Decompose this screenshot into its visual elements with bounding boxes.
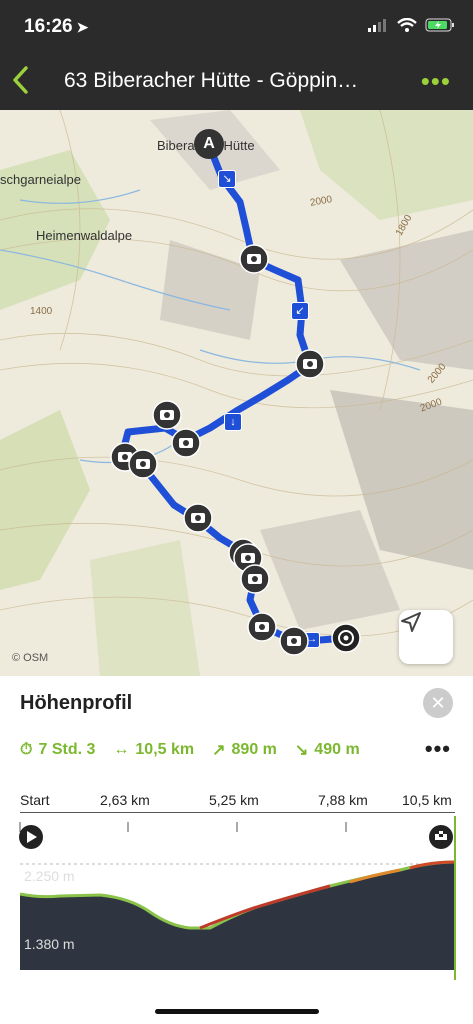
chevron-left-icon[interactable] [10,64,42,100]
more-icon[interactable]: ••• [421,66,451,97]
distance-stat: ↔ 10,5 km [113,741,195,758]
camera-icon [152,400,182,430]
more-icon[interactable]: ••• [425,736,451,762]
axis-tick-label: 2,63 km [100,792,150,808]
camera-icon [279,626,309,656]
camera-icon [247,612,277,642]
axis-tick-label: Start [20,792,50,808]
axis-line [20,812,455,813]
contour-label: 1400 [30,306,53,317]
descent-stat: ↘ 490 m [294,741,360,759]
target-icon [331,623,361,653]
finish-flag-icon [429,825,453,849]
place-label: Heimenwaldalpe [36,228,133,243]
locate-button[interactable] [399,610,453,664]
stats-row: ⏱ 7 Std. 3 ↔ 10,5 km ↗ 890 m ↘ 490 m [20,740,360,760]
panel-title: Höhenprofil [20,692,133,714]
camera-icon [183,503,213,533]
ascent-icon: ↗ [212,742,226,759]
nav-bar: 63 Biberacher Hütte - Göppin… ••• [0,56,473,110]
map-view[interactable]: Biberacher Hütte schgarneialpe Heimenwal… [0,110,473,676]
location-arrow-icon: ➤ [76,19,89,35]
distance-axis: Start 2,63 km 5,25 km 7,88 km 10,5 km [20,792,455,812]
page-title: 63 Biberacher Hütte - Göppin… [64,69,359,92]
elevation-panel: Höhenprofil ✕ ⏱ 7 Std. 3 ↔ 10,5 km ↗ 890 m … [0,676,473,1024]
camera-icon [240,564,270,594]
axis-tick-label: 7,88 km [318,792,368,808]
elevation-chart[interactable] [0,816,473,986]
battery-icon [425,18,454,32]
elevation-bottom-label: 1.380 m [24,936,75,952]
direction-arrow-icon: ↓ [224,413,242,431]
wifi-icon [397,18,417,32]
map-attribution: © OSM [12,652,49,664]
direction-arrow-icon: ↙ [291,302,309,320]
direction-arrow-icon: ↘ [218,170,236,188]
status-icons [367,18,455,32]
play-icon[interactable] [19,825,43,849]
place-label: schgarneialpe [0,172,81,187]
axis-tick-label: 5,25 km [209,792,259,808]
map-canvas[interactable] [0,110,473,676]
stopwatch-icon: ⏱ [20,741,33,758]
camera-icon [171,428,201,458]
camera-icon [295,349,325,379]
start-marker[interactable]: A [194,129,224,159]
elevation-top-label: 2.250 m [24,868,75,884]
axis-tick-label: 10,5 km [402,792,452,808]
descent-icon: ↘ [294,742,309,759]
signal-icon [368,19,386,32]
navigation-arrow-icon [401,612,421,632]
duration-stat: ⏱ 7 Std. 3 [20,741,96,758]
distance-icon: ↔ [113,741,130,758]
status-bar: 16:26 ➤ [0,0,473,56]
camera-icon [239,244,269,274]
close-icon[interactable]: ✕ [423,688,453,718]
status-time: 16:26 ➤ [24,16,89,37]
home-indicator[interactable] [155,1009,319,1014]
camera-icon [128,449,158,479]
ascent-stat: ↗ 890 m [212,741,277,759]
